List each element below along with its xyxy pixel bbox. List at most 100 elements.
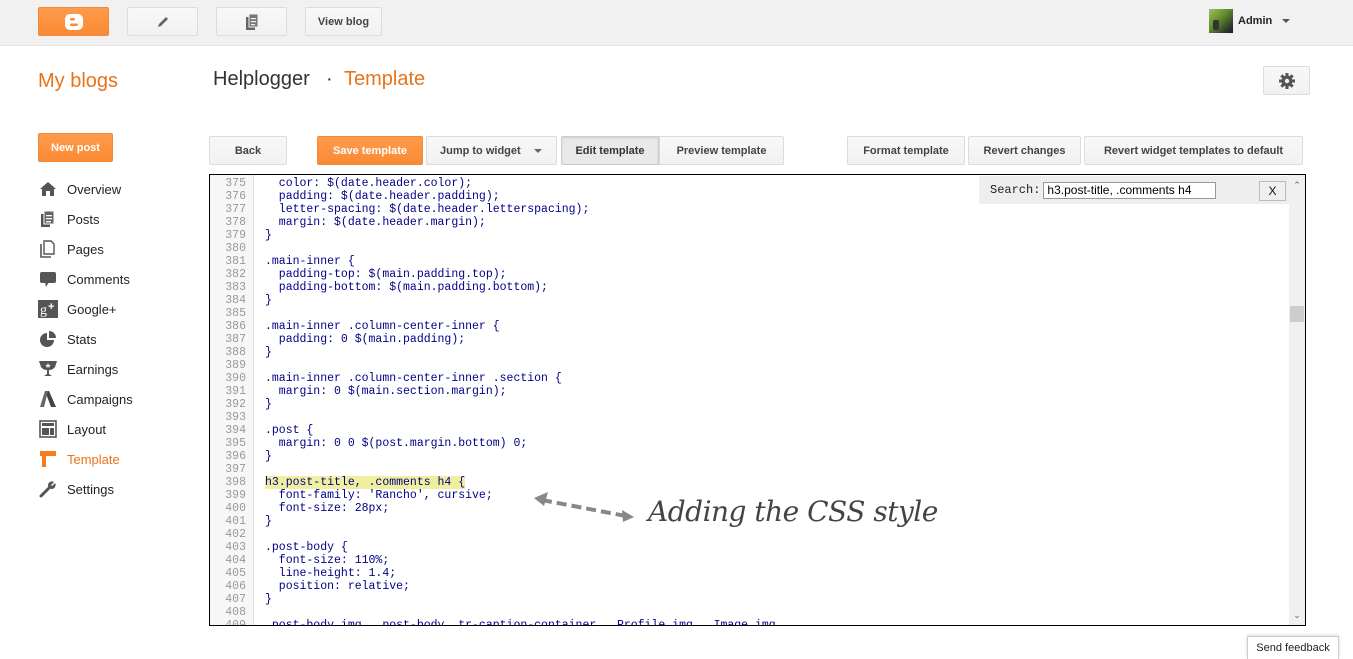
code-text: line-height: 1.4; [265,567,397,580]
code-line: 380 [210,242,1290,255]
code-text: margin: 0 0 $(post.margin.bottom) 0; [265,437,528,450]
code-text: } [265,450,272,463]
save-template-button[interactable]: Save template [317,136,423,165]
sidebar-item-template[interactable]: Template [38,444,188,474]
line-number: 409 [225,619,246,626]
settings-gear-button[interactable] [1263,66,1310,95]
sidebar-item-label: Google+ [67,301,117,317]
line-number: 404 [225,554,246,567]
code-line: 394 .post { [210,424,1290,437]
paint-roller-icon [38,449,58,469]
line-number: 391 [225,385,246,398]
sidebar-item-campaigns[interactable]: Campaigns [38,384,188,414]
code-line: 390 .main-inner .column-center-inner .sec… [210,372,1290,385]
code-line: 377 letter-spacing: $(date.header.letter… [210,203,1290,216]
avatar [1209,9,1233,33]
pie-chart-icon [38,329,58,349]
posts-list-button[interactable] [216,7,287,36]
sidebar-item-stats[interactable]: Stats [38,324,188,354]
code-text: position: relative; [265,580,410,593]
revert-changes-button[interactable]: Revert changes [968,136,1081,165]
line-number: 386 [225,320,246,333]
blogger-home-button[interactable] [38,7,109,36]
line-number: 406 [225,580,246,593]
highlighted-code-text: h3.post-title, .comments h4 { [265,476,466,489]
search-close-button[interactable]: X [1259,181,1286,201]
sidebar-item-comments[interactable]: Comments [38,264,188,294]
code-text: margin: $(date.header.margin); [265,216,486,229]
account-menu[interactable]: Admin [1209,9,1291,33]
code-line: 388} [210,346,1290,359]
view-blog-button[interactable]: View blog [305,7,382,36]
jump-to-widget-dropdown[interactable]: Jump to widget [426,136,557,165]
sidebar-item-label: Template [67,451,120,467]
line-number: 403 [225,541,246,554]
line-number: 381 [225,255,246,268]
sidebar-item-settings[interactable]: Settings [38,474,188,504]
line-number: 384 [225,294,246,307]
revert-widget-templates-button[interactable]: Revert widget templates to default [1084,136,1303,165]
scroll-up-icon[interactable]: ⌃ [1289,177,1305,193]
send-feedback-button[interactable]: Send feedback [1247,636,1339,659]
sidebar-item-label: Campaigns [67,391,133,407]
jump-to-widget-label: Jump to widget [440,144,521,157]
back-button[interactable]: Back [209,136,287,165]
code-text: margin: 0 $(main.section.margin); [265,385,507,398]
scrollbar-thumb[interactable] [1290,306,1304,322]
code-line: 402 [210,528,1290,541]
tab-edit-template[interactable]: Edit template [561,136,659,165]
sidebar-item-label: Earnings [67,361,119,377]
line-number: 399 [225,489,246,502]
annotation-label: Adding the CSS style [648,495,938,528]
code-text: .main-inner .column-center-inner { [265,320,500,333]
sidebar-item-label: Pages [67,241,104,257]
line-number: 398 [225,476,246,489]
gear-icon [1278,72,1295,89]
line-number: 380 [225,242,246,255]
posts-icon [38,209,58,229]
template-code-editor[interactable]: 375 color: $(date.header.color); 376 padd… [209,174,1306,626]
code-line: 405 line-height: 1.4; [210,567,1290,580]
scroll-down-icon[interactable]: ⌄ [1289,607,1305,623]
code-line: 383 padding-bottom: $(main.padding.botto… [210,281,1290,294]
sidebar-item-google-plus[interactable]: g + Google+ [38,294,188,324]
code-text: .main-inner { [265,255,355,268]
sidebar-item-earnings[interactable]: Earnings [38,354,188,384]
sidebar-item-layout[interactable]: Layout [38,414,188,444]
line-number: 383 [225,281,246,294]
search-input[interactable]: h3.post-title, .comments h4 [1043,181,1217,199]
user-name: Admin [1238,15,1273,27]
comment-icon [38,269,58,289]
sidebar-item-label: Posts [67,211,100,227]
code-text: .post-body { [265,541,348,554]
sidebar-item-pages[interactable]: Pages [38,234,188,264]
svg-text:+: + [48,301,54,313]
sidebar-nav: Overview Posts Pages Comments g + Google+… [38,174,188,504]
double-arrow-icon [534,492,634,522]
sidebar-item-overview[interactable]: Overview [38,174,188,204]
sidebar-item-label: Layout [67,421,107,437]
blogger-logo-icon [64,13,83,30]
sidebar-item-posts[interactable]: Posts [38,204,188,234]
format-template-button[interactable]: Format template [847,136,965,165]
code-line: 407} [210,593,1290,606]
line-number: 375 [225,177,246,190]
my-blogs-link[interactable]: My blogs [38,70,118,93]
new-post-button[interactable]: New post [38,133,113,162]
chevron-down-icon [533,148,542,153]
editor-scrollbar[interactable]: ⌃ ⌄ [1289,175,1305,625]
new-post-pencil-button[interactable] [127,7,198,36]
page-title: Template [344,68,426,90]
line-number: 382 [225,268,246,281]
code-line: 392} [210,398,1290,411]
sidebar-item-label: Settings [67,481,114,497]
layout-icon [38,419,58,439]
code-text: .post { [265,424,314,437]
line-number: 405 [225,567,246,580]
line-number: 376 [225,190,246,203]
tab-preview-template[interactable]: Preview template [659,136,784,165]
